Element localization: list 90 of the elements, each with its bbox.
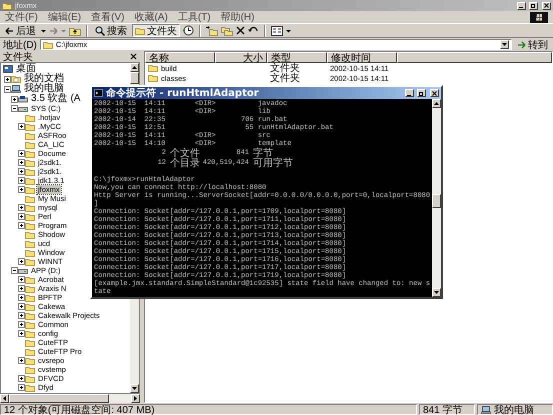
count-label: 个目录 xyxy=(170,158,201,170)
hard-drive-icon xyxy=(18,104,28,112)
folder-arrow-icon[interactable] xyxy=(206,26,218,36)
tree-item[interactable]: 桌面 xyxy=(15,64,37,74)
search-button[interactable]: 搜索 xyxy=(93,24,129,37)
restore-button[interactable] xyxy=(417,89,426,97)
close-icon[interactable] xyxy=(544,3,549,8)
plus-icon[interactable] xyxy=(18,312,24,319)
file-type: 文件夹 xyxy=(270,62,300,74)
plus-icon[interactable] xyxy=(10,96,18,102)
menu-item[interactable]: 文件(F) xyxy=(5,10,38,24)
floppy-drive-icon xyxy=(18,95,28,103)
plus-icon[interactable] xyxy=(18,303,24,310)
address-label: 地址(D) xyxy=(3,38,37,50)
unit-label: 可用字节 xyxy=(253,158,293,170)
plus-icon[interactable] xyxy=(18,294,24,301)
close-button[interactable] xyxy=(430,89,439,97)
clock-icon[interactable] xyxy=(183,25,194,36)
scrollbar-thumb[interactable] xyxy=(130,72,139,84)
status-text: 12 个对象(可用磁盘空间: 407 MB) xyxy=(4,404,155,415)
restore-icon[interactable] xyxy=(419,90,424,96)
desktop-icon xyxy=(3,65,13,73)
close-icon[interactable] xyxy=(432,90,437,96)
column-header[interactable]: 修改时间 xyxy=(327,52,397,63)
plus-icon[interactable] xyxy=(18,321,24,328)
column-header[interactable]: 类型 xyxy=(267,52,327,63)
pane-title: 文件夹 xyxy=(3,50,33,63)
folder-icon xyxy=(2,2,12,10)
folder-icon xyxy=(42,40,53,48)
tree-item[interactable]: 3.5 软盘 (A xyxy=(30,94,82,104)
plus-icon[interactable] xyxy=(18,204,24,211)
plus-icon[interactable] xyxy=(18,375,24,382)
plus-icon[interactable] xyxy=(18,285,24,292)
close-icon[interactable] xyxy=(130,53,137,60)
computer-icon xyxy=(481,406,491,414)
plus-icon[interactable] xyxy=(18,168,24,175)
plus-icon[interactable] xyxy=(18,159,24,166)
right-arrow-icon xyxy=(517,40,526,48)
minimize-button[interactable] xyxy=(517,2,526,10)
column-header[interactable]: 大小 xyxy=(215,52,267,63)
plus-icon[interactable] xyxy=(18,258,24,265)
menu-item[interactable]: 编辑(E) xyxy=(48,10,82,24)
plus-icon[interactable] xyxy=(18,186,24,193)
scrollbar[interactable] xyxy=(0,394,140,403)
plus-icon[interactable] xyxy=(18,222,24,229)
minimize-button[interactable] xyxy=(405,89,414,97)
menu-item[interactable]: 工具(T) xyxy=(178,10,211,24)
menu-item[interactable]: 收藏(A) xyxy=(134,10,168,24)
up-folder-icon[interactable] xyxy=(69,26,81,36)
go-button[interactable]: 转到 xyxy=(515,38,550,51)
close-button[interactable] xyxy=(542,2,551,10)
minus-icon[interactable] xyxy=(10,105,18,112)
computer-icon xyxy=(11,85,21,93)
status-text: 841 字节 xyxy=(423,404,462,415)
scrollbar-thumb[interactable] xyxy=(9,394,109,403)
plus-icon[interactable] xyxy=(4,76,10,82)
window-title: 命令提示符 - runHtmlAdaptor xyxy=(106,86,259,100)
documents-folder-icon xyxy=(11,75,21,83)
right-arrow-icon[interactable] xyxy=(49,26,58,34)
plus-icon[interactable] xyxy=(18,330,24,337)
scrollbar-thumb[interactable] xyxy=(432,194,442,208)
tree-item[interactable]: 我的电脑 xyxy=(23,84,65,94)
console-icon xyxy=(94,89,103,97)
hard-drive-icon xyxy=(18,266,28,274)
plus-icon[interactable] xyxy=(18,177,24,184)
back-button[interactable]: 后退 xyxy=(3,24,38,37)
left-arrow-icon xyxy=(5,26,14,34)
status-text: 我的电脑 xyxy=(494,404,534,415)
plus-icon[interactable] xyxy=(18,213,24,220)
menu-item[interactable]: 帮助(H) xyxy=(220,10,254,24)
tree-item[interactable]: 我的文档 xyxy=(23,74,65,84)
restore-icon[interactable] xyxy=(531,3,536,8)
flag-icon xyxy=(530,12,548,22)
file-type: 文件夹 xyxy=(270,72,300,85)
minus-icon[interactable] xyxy=(4,86,10,92)
views-icon[interactable] xyxy=(271,26,283,36)
restore-button[interactable] xyxy=(529,2,538,10)
plus-icon[interactable] xyxy=(18,150,24,157)
search-icon xyxy=(95,26,105,36)
minus-icon[interactable] xyxy=(10,267,18,274)
column-header[interactable]: 名称 xyxy=(145,52,215,63)
scrollbar[interactable] xyxy=(432,99,442,297)
plus-icon[interactable] xyxy=(18,123,24,130)
plus-icon[interactable] xyxy=(18,357,24,364)
plus-icon[interactable] xyxy=(18,276,24,283)
folder-icon xyxy=(135,26,145,34)
delete-icon[interactable] xyxy=(236,26,245,35)
plus-icon[interactable] xyxy=(18,384,24,391)
folders-button[interactable]: 文件夹 xyxy=(132,24,180,37)
menu-item[interactable]: 查看(V) xyxy=(91,10,124,24)
